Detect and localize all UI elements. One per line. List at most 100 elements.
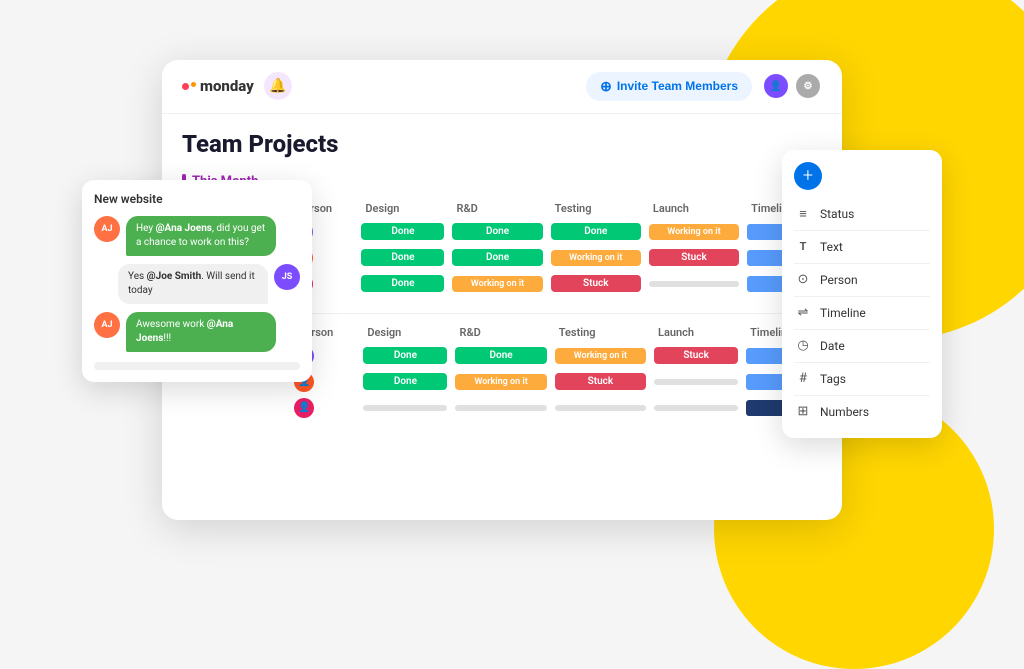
col-rd: R&D: [448, 198, 546, 219]
status-pill: Done: [363, 373, 447, 390]
col-testing2: Testing: [551, 322, 650, 343]
person-icon: ⊙: [794, 271, 812, 289]
picker-divider: [794, 395, 930, 396]
notification-icon[interactable]: 🔔: [264, 72, 292, 100]
picker-label-status: Status: [820, 207, 854, 221]
launch-cell: Stuck: [645, 245, 743, 271]
sender-avatar-2: JS: [274, 264, 300, 290]
rd-cell: Working on it: [451, 369, 550, 395]
message-bubble-2: Yes @Joe Smith. Will send it today: [118, 264, 268, 304]
mention: @Ana Joens: [136, 319, 233, 344]
tags-icon: #: [794, 370, 812, 388]
col-testing: Testing: [547, 198, 645, 219]
header-right: ⊕ Invite Team Members 👤 ⚙: [586, 72, 822, 101]
board-header: monday 🔔 ⊕ Invite Team Members 👤 ⚙: [162, 60, 842, 114]
chat-messages: AJ Hey @Ana Joens, did you get a chance …: [94, 216, 300, 352]
numbers-icon: ⊞: [794, 403, 812, 421]
design-cell: Done: [357, 219, 448, 245]
status-pill: [363, 405, 447, 411]
settings-icon: ⚙: [804, 81, 813, 92]
picker-label-numbers: Numbers: [820, 405, 869, 419]
status-pill: [654, 405, 738, 411]
plus-icon: ⊕: [600, 78, 612, 95]
status-pill: [455, 405, 546, 411]
sender-avatar-1: AJ: [94, 216, 120, 242]
picker-divider: [794, 329, 930, 330]
rd-cell: Done: [451, 343, 550, 369]
table-row[interactable]: 👤: [182, 395, 822, 421]
status-pill: Done: [452, 223, 542, 240]
picker-item-numbers[interactable]: ⊞ Numbers: [794, 398, 930, 426]
message-bubble-3: Awesome work @Ana Joens!!!: [126, 312, 276, 352]
date-icon: ◷: [794, 337, 812, 355]
launch-cell: [650, 395, 742, 421]
col-launch: Launch: [645, 198, 743, 219]
chat-message-2: JS Yes @Joe Smith. Will send it today: [94, 264, 300, 304]
avatar-group: 👤 ⚙: [762, 72, 822, 100]
launch-cell: [645, 271, 743, 297]
message-bubble-1: Hey @Ana Joens, did you get a chance to …: [126, 216, 276, 256]
testing-cell: Stuck: [547, 271, 645, 297]
rd-cell: Done: [448, 245, 546, 271]
picker-item-status[interactable]: ≡ Status: [794, 200, 930, 228]
mention: @Joe Smith: [147, 271, 202, 282]
design-cell: Done: [357, 245, 448, 271]
status-pill: Done: [452, 249, 542, 266]
design-cell: Done: [359, 343, 451, 369]
status-pill: Stuck: [654, 347, 738, 364]
rd-cell: Working on it: [448, 271, 546, 297]
picker-label-text: Text: [820, 240, 843, 254]
column-picker-card: + ≡ Status T Text ⊙ Person ⇌ Timeline ◷ …: [782, 150, 942, 438]
launch-cell: Stuck: [650, 343, 742, 369]
bell-icon: 🔔: [269, 78, 286, 94]
task-name: [182, 395, 290, 421]
picker-item-person[interactable]: ⊙ Person: [794, 266, 930, 294]
status-pill: Working on it: [649, 224, 739, 240]
testing-cell: Stuck: [551, 369, 650, 395]
testing-cell: Working on it: [551, 343, 650, 369]
add-column-button[interactable]: +: [794, 162, 822, 190]
picker-item-text[interactable]: T Text: [794, 233, 930, 261]
picker-item-tags[interactable]: # Tags: [794, 365, 930, 393]
sender-avatar-3: AJ: [94, 312, 120, 338]
picker-item-date[interactable]: ◷ Date: [794, 332, 930, 360]
board-title: Team Projects: [182, 130, 822, 158]
status-pill: Working on it: [551, 250, 641, 266]
col-rd2: R&D: [451, 322, 550, 343]
picker-divider: [794, 296, 930, 297]
rd-cell: Done: [448, 219, 546, 245]
user-avatar-1[interactable]: 👤: [762, 72, 790, 100]
status-pill: Done: [363, 347, 447, 364]
invite-team-button[interactable]: ⊕ Invite Team Members: [586, 72, 752, 101]
design-cell: Done: [357, 271, 448, 297]
chat-message-3: AJ Awesome work @Ana Joens!!!: [94, 312, 300, 352]
status-pill: [654, 379, 738, 385]
monday-dot1: [182, 82, 196, 90]
picker-divider: [794, 230, 930, 231]
launch-cell: [650, 369, 742, 395]
status-pill: Done: [455, 347, 546, 364]
status-pill: Done: [361, 223, 444, 240]
status-pill: Done: [551, 223, 641, 240]
scene: monday 🔔 ⊕ Invite Team Members 👤 ⚙: [82, 30, 942, 560]
status-icon: ≡: [794, 205, 812, 223]
picker-item-timeline[interactable]: ⇌ Timeline: [794, 299, 930, 327]
chat-card: New website AJ Hey @Ana Joens, did you g…: [82, 180, 312, 382]
col-launch2: Launch: [650, 322, 742, 343]
person-cell: 👤: [290, 395, 359, 421]
picker-divider: [794, 362, 930, 363]
status-pill: Stuck: [649, 249, 739, 266]
rd-cell: [451, 395, 550, 421]
status-pill: Working on it: [555, 348, 646, 364]
chat-input-placeholder: [94, 362, 300, 370]
status-pill: Working on it: [455, 374, 546, 390]
timeline-icon: ⇌: [794, 304, 812, 322]
mention: @Ana Joens: [156, 223, 212, 234]
status-pill: [555, 405, 646, 411]
person-avatar: 👤: [294, 398, 314, 418]
chat-title: New website: [94, 192, 300, 206]
picker-divider: [794, 263, 930, 264]
avatar-icon: 👤: [770, 81, 782, 92]
user-avatar-2[interactable]: ⚙: [794, 72, 822, 100]
col-design2: Design: [359, 322, 451, 343]
